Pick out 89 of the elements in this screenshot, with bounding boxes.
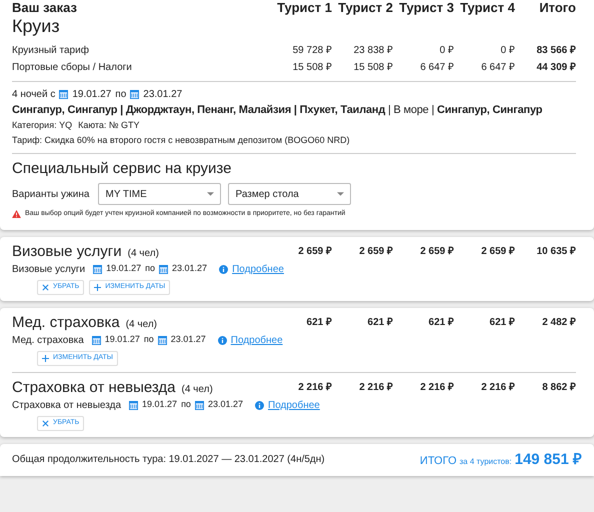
plus-icon (94, 284, 102, 290)
column-header: Турист 3 (398, 0, 454, 16)
section-title: Специальный сервис на круизе (12, 160, 232, 178)
price-cell-text: 2 659 ₽ (480, 245, 515, 259)
category-text: Категория: YQ (12, 119, 72, 132)
price-cell-text: 2 216 ₽ (480, 381, 515, 395)
details-link[interactable]: Подробнее (268, 398, 320, 412)
info-icon (218, 336, 227, 344)
service-title: Мед. страховка (12, 314, 120, 332)
price-cell-text: 2 659 ₽ (419, 245, 454, 259)
price-cell-text: 2 216 ₽ (358, 381, 393, 395)
calendar-icon (59, 90, 68, 99)
row-label: Портовые сборы / Налоги (12, 61, 133, 74)
caret-icon (207, 192, 214, 196)
date-text: 23.01.27 (172, 262, 208, 276)
order-title: Ваш заказ (12, 0, 78, 16)
duration-text: Общая продолжительность тура: 19.01.2027 — 23.01.2027 (4н/5дн) (12, 453, 326, 468)
date-text: 23.01.27 (170, 333, 206, 346)
price-cell-text: 0 ₽ (438, 44, 454, 57)
date-text: по (115, 88, 126, 101)
people-count: (4 чел) (182, 382, 213, 396)
total-cell-text: 83 566 ₽ (536, 44, 576, 57)
date-text: по (145, 262, 156, 276)
info-icon (219, 264, 228, 274)
calendar-icon (93, 264, 102, 274)
date-text: 23.01.27 (143, 88, 182, 101)
price-cell-text: 2 659 ₽ (297, 245, 332, 259)
column-header: Итого (538, 0, 576, 16)
details-link[interactable]: Подробнее (232, 262, 284, 276)
people-count: (4 чел) (126, 318, 157, 332)
nights-text: 4 ночей с (12, 88, 56, 101)
column-header: Турист 4 (459, 0, 515, 16)
price-cell-text: 621 ₽ (306, 316, 332, 330)
service-label: Визовые услуги (12, 262, 86, 276)
plus-icon (42, 354, 49, 362)
grand-total: 149 851 ₽ (514, 450, 582, 470)
date-text: 19.01.27 (104, 333, 140, 346)
price-cell-text: 2 216 ₽ (419, 381, 454, 395)
column-header: Турист 2 (337, 0, 393, 16)
date-text: 23.01.27 (208, 398, 243, 412)
total-cell-text: 8 862 ₽ (541, 381, 576, 395)
total-label: ИТОГО (420, 454, 457, 468)
order-subtitle: Круиз (12, 16, 61, 36)
select-field[interactable]: MY TIME (98, 183, 222, 205)
calendar-icon (159, 264, 168, 274)
cabin-text: Каюта: № GTY (78, 119, 140, 132)
tariff-text: Тариф: Скидка 60% на второго гостя с невозвратным депозитом (BOGO60 NRD) (12, 134, 351, 147)
route-text: Сингапур, Сингапур | Джорджтаун, Пенанг, Малайзия | Пхукет, Таиланд | В море | Сингапур, Сингапур (12, 103, 544, 117)
calendar-icon (130, 90, 140, 99)
price-cell-text: 0 ₽ (500, 44, 515, 57)
price-cell-text: 621 ₽ (366, 316, 393, 330)
service-title: Страховка от невыезда (12, 378, 176, 396)
service-label: Мед. страховка (12, 334, 84, 348)
column-header: Турист 1 (276, 0, 332, 16)
info-icon (255, 400, 264, 410)
price-cell-text: 2 216 ₽ (297, 381, 332, 395)
total-cell-text: 10 635 ₽ (536, 245, 576, 259)
price-cell-text: 6 647 ₽ (419, 61, 454, 74)
price-cell-text: 2 659 ₽ (358, 245, 393, 259)
service-title: Визовые услуги (12, 242, 122, 260)
calendar-icon (129, 400, 138, 410)
date-text: по (181, 398, 191, 412)
price-cell-text: 15 508 ₽ (352, 61, 393, 74)
warning-icon (12, 210, 21, 218)
select-field[interactable]: Размер стола (228, 183, 352, 205)
price-cell-text: 59 728 ₽ (292, 44, 332, 57)
total-cell-text: 2 482 ₽ (541, 316, 576, 330)
people-count: (4 чел) (128, 246, 159, 260)
close-icon (42, 420, 49, 426)
price-cell-text: 15 508 ₽ (292, 61, 332, 74)
caret-icon (337, 192, 344, 196)
service-label: Страховка от невыезда (12, 398, 122, 412)
details-link[interactable]: Подробнее (230, 332, 283, 348)
price-cell-text: 6 647 ₽ (480, 61, 515, 74)
price-cell-text: 621 ₽ (428, 316, 454, 330)
price-cell-text: 621 ₽ (488, 316, 515, 330)
calendar-icon (194, 400, 204, 410)
date-text: 19.01.27 (72, 88, 112, 101)
total-note: за 4 туристов: (460, 456, 512, 468)
row-label: Круизный тариф (12, 44, 90, 57)
calendar-icon (92, 336, 101, 344)
price-cell-text: 23 838 ₽ (352, 44, 393, 57)
calendar-icon (158, 336, 167, 344)
close-icon (42, 284, 49, 290)
field-label: Варианты ужина (12, 188, 90, 202)
total-cell-text: 44 309 ₽ (536, 61, 576, 74)
date-text: 19.01.27 (142, 398, 178, 412)
date-text: 19.01.27 (106, 262, 142, 276)
date-text: по (144, 333, 154, 346)
